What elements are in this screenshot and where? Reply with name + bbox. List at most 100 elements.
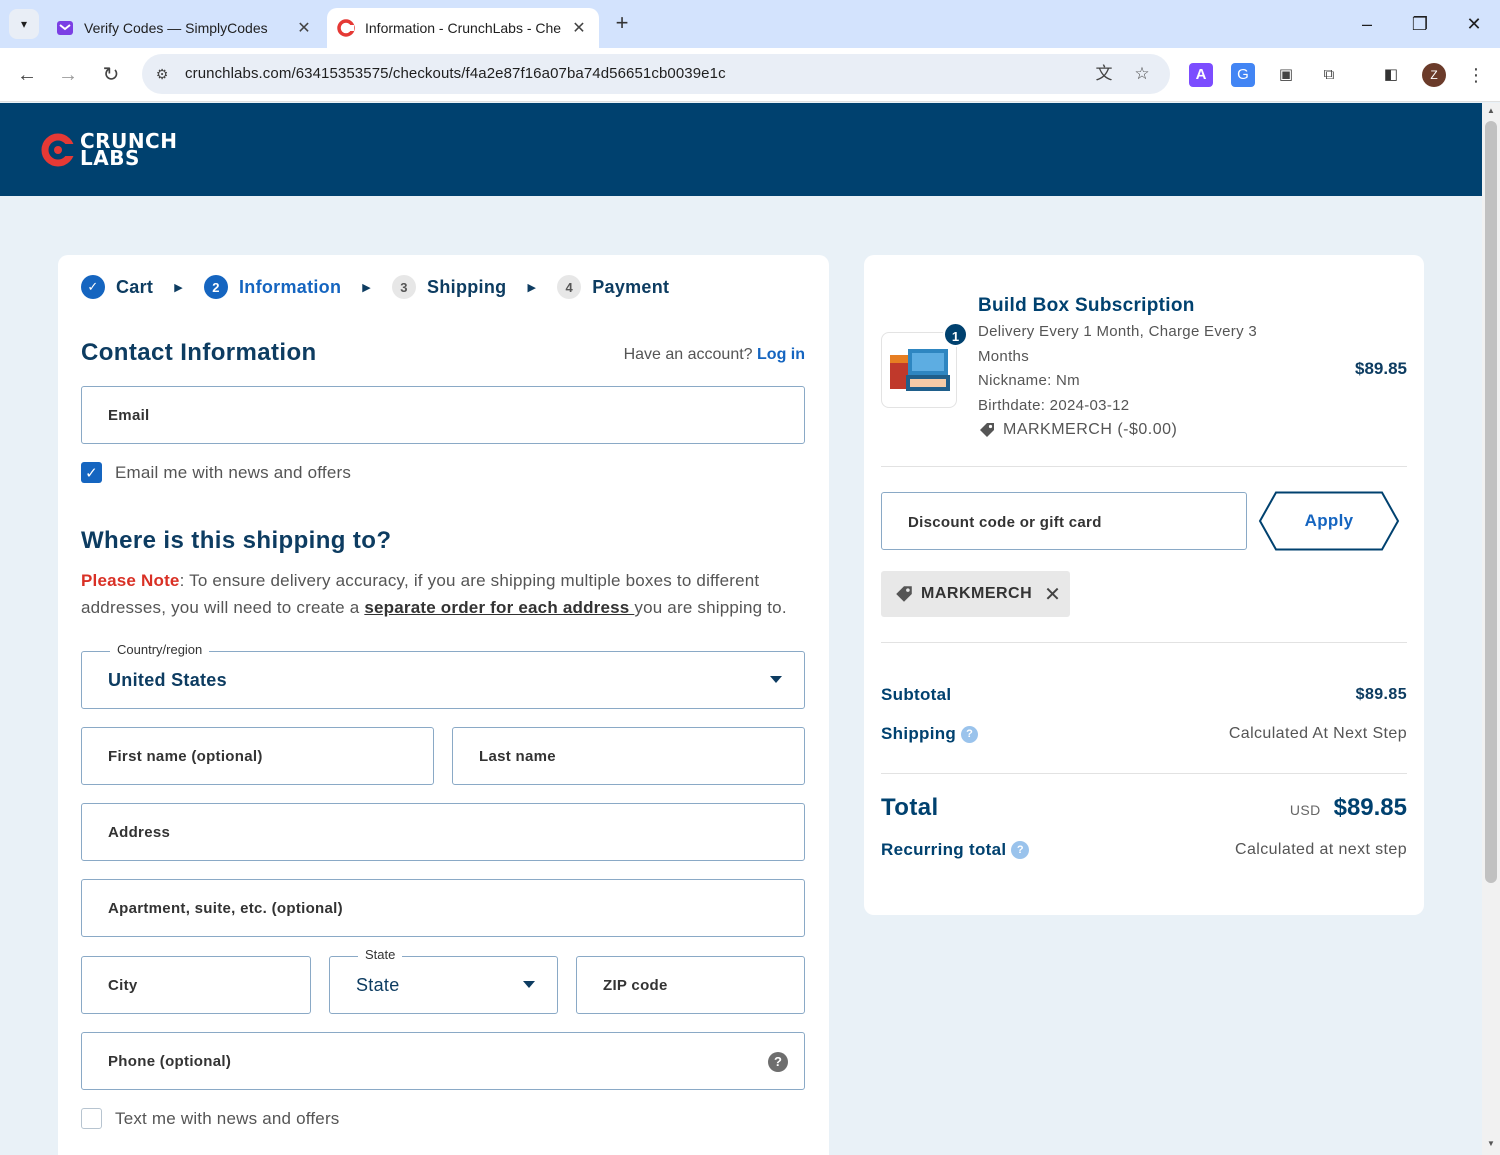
phone-field[interactable]: Phone (optional) ? [81, 1032, 805, 1090]
email-news-checkbox-row[interactable]: ✓ Email me with news and offers [81, 462, 351, 483]
breadcrumb-chevron-icon: ▶ [527, 281, 537, 294]
discount-code-field[interactable]: Discount code or gift card [881, 492, 1247, 550]
profile-avatar[interactable]: Z [1422, 63, 1446, 87]
step-payment: 4 Payment [557, 275, 669, 299]
recurring-help-icon[interactable]: ? [1011, 841, 1030, 859]
email-news-checkbox[interactable]: ✓ [81, 462, 102, 483]
side-panel-icon[interactable]: ◧ [1379, 63, 1403, 87]
discount-code-placeholder: Discount code or gift card [908, 514, 1102, 531]
subtotal-row: Subtotal $89.85 [881, 685, 1407, 705]
zip-code-field[interactable]: ZIP code [576, 956, 805, 1014]
browser-tab-bar: ▾ Verify Codes — SimplyCodes ✕ Informati… [0, 0, 1500, 48]
robot-extension-icon[interactable]: ▣ [1274, 63, 1298, 87]
new-tab-button[interactable]: + [610, 12, 634, 36]
product-info: Build Box Subscription Delivery Every 1 … [978, 295, 1298, 439]
order-summary-card: 1 Build Box Subscription Delivery Every … [864, 255, 1424, 915]
crunchlabs-logo[interactable]: CRUNCH LABS [40, 129, 177, 171]
breadcrumb-chevron-icon: ▶ [362, 281, 372, 294]
address-field[interactable]: Address [81, 803, 805, 861]
city-placeholder: City [108, 977, 138, 994]
email-placeholder: Email [108, 407, 150, 424]
forward-arrow-icon[interactable]: → [53, 60, 83, 90]
restore-window-button[interactable]: ❐ [1405, 10, 1435, 38]
tag-icon [896, 586, 912, 602]
separate-order-link[interactable]: separate order for each address [364, 598, 634, 617]
quantity-badge: 1 [943, 322, 968, 347]
state-label: State [358, 947, 403, 962]
minimize-window-button[interactable]: – [1352, 10, 1382, 38]
reload-icon[interactable]: ↻ [96, 60, 126, 90]
state-select[interactable]: State State [329, 947, 558, 1014]
phone-placeholder: Phone (optional) [108, 1053, 232, 1070]
city-field[interactable]: City [81, 956, 311, 1014]
check-icon: ✓ [81, 275, 105, 299]
product-detail: Months [978, 347, 1029, 365]
crunchlabs-favicon-icon [337, 19, 355, 37]
shipping-value: Calculated At Next Step [1228, 725, 1407, 742]
extensions-puzzle-icon[interactable]: ⧉ [1317, 63, 1341, 87]
last-name-field[interactable]: Last name [452, 727, 805, 785]
translate-icon[interactable]: 文 [1093, 63, 1115, 85]
state-value: State [356, 975, 400, 995]
remove-discount-icon[interactable]: ✕ [1044, 582, 1061, 607]
account-prompt: Have an account? Log in [624, 346, 805, 364]
account-prompt-text: Have an account? [623, 346, 753, 363]
product-discount-text: MARKMERCH (-$0.00) [1003, 421, 1178, 438]
close-tab-icon[interactable]: ✕ [569, 18, 589, 38]
apply-button[interactable]: Apply [1258, 491, 1400, 551]
note-warning-label: Please Note [81, 571, 180, 590]
close-tab-icon[interactable]: ✕ [294, 18, 314, 38]
shipping-heading: Where is this shipping to? [81, 527, 392, 554]
shipping-note: Please Note: To ensure delivery accuracy… [81, 567, 811, 621]
apartment-field[interactable]: Apartment, suite, etc. (optional) [81, 879, 805, 937]
browser-tab-crunchlabs[interactable]: Information - CrunchLabs - Che ✕ [327, 8, 599, 48]
url-text[interactable]: crunchlabs.com/63415353575/checkouts/f4a… [185, 65, 726, 82]
applied-discount-chip: MARKMERCH ✕ [881, 571, 1070, 617]
product-detail: Delivery Every 1 Month, Charge Every 3 [978, 323, 1258, 340]
tab-search-button[interactable]: ▾ [9, 9, 39, 39]
product-detail: Nickname: Nm [978, 372, 1080, 389]
help-question-icon[interactable]: ? [768, 1052, 788, 1072]
browser-tab-simplycodes[interactable]: Verify Codes — SimplyCodes ✕ [46, 8, 324, 48]
extension-a-icon[interactable]: A [1189, 63, 1213, 87]
bookmark-star-icon[interactable]: ☆ [1131, 63, 1153, 85]
site-settings-icon[interactable]: ⚙ [152, 64, 172, 84]
checkout-form-card: ✓ Cart ▶ 2 Information ▶ 3 Shipping ▶ 4 … [58, 255, 829, 1155]
shipping-row: Shipping ? Calculated At Next Step [881, 724, 1407, 744]
sms-news-checkbox[interactable] [81, 1108, 102, 1129]
dropdown-caret-icon [523, 981, 535, 988]
email-field[interactable]: Email [81, 386, 805, 444]
contact-information-heading: Contact Information [81, 339, 317, 366]
country-select[interactable]: Country/region United States [81, 642, 805, 709]
shipping-help-icon[interactable]: ? [961, 725, 979, 743]
first-name-field[interactable]: First name (optional) [81, 727, 434, 785]
apply-button-label: Apply [1304, 511, 1354, 530]
scroll-down-arrow-icon[interactable]: ▼ [1486, 1139, 1496, 1148]
close-window-button[interactable]: ✕ [1459, 10, 1489, 38]
zip-code-placeholder: ZIP code [603, 977, 668, 994]
sms-news-checkbox-row[interactable]: Text me with news and offers [81, 1108, 340, 1129]
scrollbar-thumb[interactable] [1485, 121, 1497, 883]
step-label: Shipping [427, 276, 507, 297]
step-cart[interactable]: ✓ Cart [81, 275, 153, 299]
sms-news-checkbox-label: Text me with news and offers [115, 1108, 340, 1128]
tag-icon [980, 423, 994, 437]
divider [881, 642, 1407, 643]
step-label: Cart [116, 276, 154, 297]
country-label: Country/region [110, 642, 210, 657]
login-link[interactable]: Log in [757, 346, 805, 363]
google-translate-extension-icon[interactable]: G [1231, 63, 1255, 87]
shipping-label: Shipping [881, 724, 957, 743]
back-arrow-icon[interactable]: ← [12, 60, 42, 90]
address-bar[interactable]: ⚙ crunchlabs.com/63415353575/checkouts/f… [142, 54, 1170, 94]
more-menu-icon[interactable]: ⋮ [1464, 63, 1488, 87]
total-label: Total [881, 794, 939, 821]
page-scrollbar[interactable]: ▲ ▼ [1482, 103, 1500, 1155]
product-discount: MARKMERCH (-$0.00) [978, 421, 1298, 439]
checkout-breadcrumb: ✓ Cart ▶ 2 Information ▶ 3 Shipping ▶ 4 … [81, 273, 669, 301]
country-value: United States [108, 670, 227, 690]
tab-title: Information - CrunchLabs - Che [365, 20, 562, 36]
product-price: $89.85 [1355, 359, 1407, 378]
scroll-up-arrow-icon[interactable]: ▲ [1486, 106, 1496, 115]
recurring-total-value: Calculated at next step [1235, 841, 1407, 858]
